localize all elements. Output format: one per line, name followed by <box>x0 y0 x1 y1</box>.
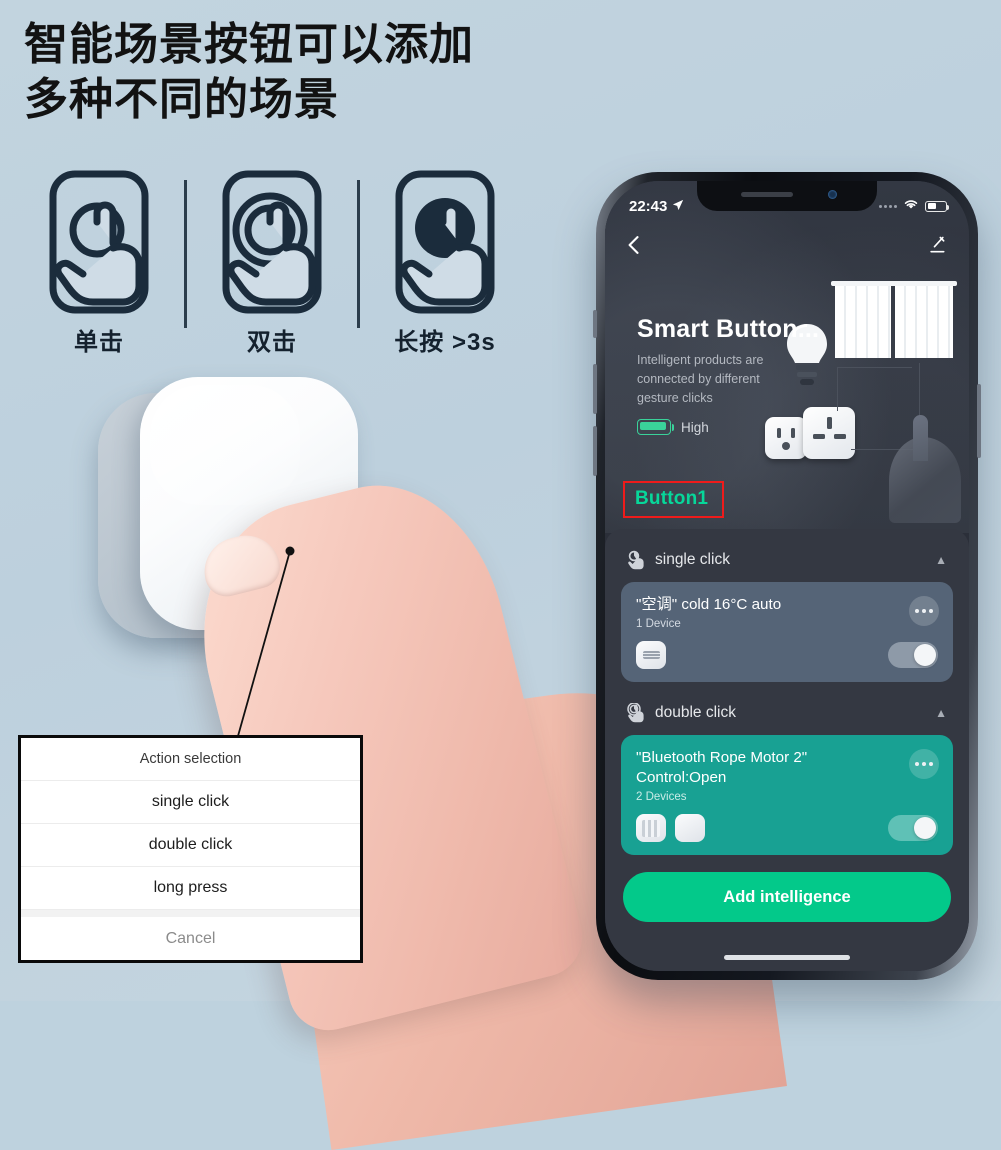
device-thumbnail-plain <box>675 814 705 843</box>
poster-page: 智能场景按钮可以添加 多种不同的场景 单击 双击 长按 >3s Action s… <box>0 0 1001 1150</box>
card-footer <box>636 814 938 843</box>
section-label: single click <box>655 551 730 568</box>
card-footer <box>636 641 938 670</box>
wifi-icon <box>903 197 919 215</box>
action-option-long-press[interactable]: long press <box>21 867 360 910</box>
add-intelligence-button[interactable]: Add intelligence <box>623 872 951 923</box>
headline-line-2: 多种不同的场景 <box>24 74 339 124</box>
status-indicators <box>879 197 949 215</box>
signal-dots-icon <box>879 204 897 208</box>
section-label: double click <box>655 704 736 722</box>
automation-toggle[interactable] <box>888 815 938 842</box>
section-header-single-click[interactable]: single click ▲ <box>621 543 953 577</box>
edit-pencil-icon[interactable] <box>927 235 947 260</box>
phone-notch <box>697 181 877 211</box>
collapse-caret-icon[interactable]: ▲ <box>935 553 947 567</box>
card-device-count: 1 Device <box>636 618 681 631</box>
action-option-double-click[interactable]: double click <box>21 824 360 867</box>
gesture-double-click: 双击 <box>187 168 357 357</box>
phone-mockup: Smart Button... Intelligent products are… <box>593 172 981 980</box>
smart-socket-icons <box>765 403 857 459</box>
page-title: 智能场景按钮可以添加 多种不同的场景 <box>24 18 544 127</box>
battery-icon <box>637 419 674 435</box>
card-title: "空调" cold 16°C auto <box>636 596 782 613</box>
section-header-double-click[interactable]: double click ▲ <box>621 696 953 730</box>
device-thumbnail-ac <box>636 641 666 670</box>
collapse-caret-icon[interactable]: ▲ <box>935 706 947 720</box>
phone-screen: Smart Button... Intelligent products are… <box>605 181 969 971</box>
socket-uk-icon <box>803 407 855 459</box>
long-press-icon <box>393 168 497 316</box>
headline-line-1: 智能场景按钮可以添加 <box>24 20 474 69</box>
curtain-panel-left <box>835 286 891 358</box>
battery-icon <box>925 200 949 212</box>
card-device-count: 2 Devices <box>636 791 687 804</box>
card-title: "Bluetooth Rope Motor 2" <box>636 749 808 767</box>
location-arrow-icon <box>672 198 684 215</box>
gesture-legend: 单击 双击 长按 >3s <box>14 168 574 373</box>
action-sheet-divider <box>21 910 360 917</box>
more-dots-icon[interactable] <box>909 749 939 780</box>
curtain-graphic <box>831 281 957 361</box>
action-selection-sheet[interactable]: Action selection single click double cli… <box>18 735 363 963</box>
nav-bar <box>605 225 969 269</box>
earpiece-speaker <box>741 192 793 197</box>
status-time-group: 22:43 <box>629 198 684 215</box>
automation-card-single-click[interactable]: "空调" cold 16°C auto 1 Device <box>621 582 953 683</box>
gesture-long-press: 长按 >3s <box>360 168 530 357</box>
automation-toggle[interactable] <box>888 642 938 669</box>
status-time: 22:43 <box>629 197 668 215</box>
phone-volume-up-button[interactable] <box>593 364 597 414</box>
battery-status: High <box>637 419 709 435</box>
phone-volume-down-button[interactable] <box>593 426 597 476</box>
phone-power-button[interactable] <box>977 384 981 458</box>
automation-card-double-click[interactable]: "Bluetooth Rope Motor 2" Control:Open 2 … <box>621 735 953 856</box>
device-thumbnail-blinds <box>636 814 666 843</box>
more-dots-icon[interactable] <box>909 596 939 626</box>
back-chevron-icon[interactable] <box>627 235 641 260</box>
legend-divider-2 <box>357 180 360 328</box>
curtain-panel-right <box>895 286 953 358</box>
automation-list: single click ▲ "空调" cold 16°C auto 1 Dev… <box>605 529 969 971</box>
action-sheet-title: Action selection <box>21 738 360 781</box>
card-title-secondary: Control:Open <box>636 769 727 787</box>
hero-description: Intelligent products are connected by di… <box>637 353 764 405</box>
gesture-label: 双击 <box>247 329 297 356</box>
wire-graphic-1 <box>837 367 912 411</box>
battery-level-label: High <box>681 419 709 435</box>
home-indicator[interactable] <box>724 955 850 960</box>
gesture-single-click: 单击 <box>14 168 184 357</box>
action-option-single-click[interactable]: single click <box>21 781 360 824</box>
device-name-label[interactable]: Button1 <box>635 488 708 509</box>
pointing-hand-icon <box>889 415 961 523</box>
device-name-highlight: Button1 <box>623 481 725 518</box>
gesture-label: 长按 >3s <box>394 329 496 356</box>
phone-mute-switch[interactable] <box>593 310 597 338</box>
single-tap-icon <box>627 550 646 570</box>
single-tap-icon <box>47 168 151 316</box>
legend-divider-1 <box>184 180 187 328</box>
gesture-label: 单击 <box>74 329 124 356</box>
socket-us-icon <box>765 417 807 459</box>
double-tap-icon <box>627 702 646 723</box>
action-cancel-button[interactable]: Cancel <box>21 917 360 960</box>
front-camera <box>828 190 837 199</box>
hero-title: Smart Button... <box>637 315 820 343</box>
double-tap-icon <box>220 168 324 316</box>
